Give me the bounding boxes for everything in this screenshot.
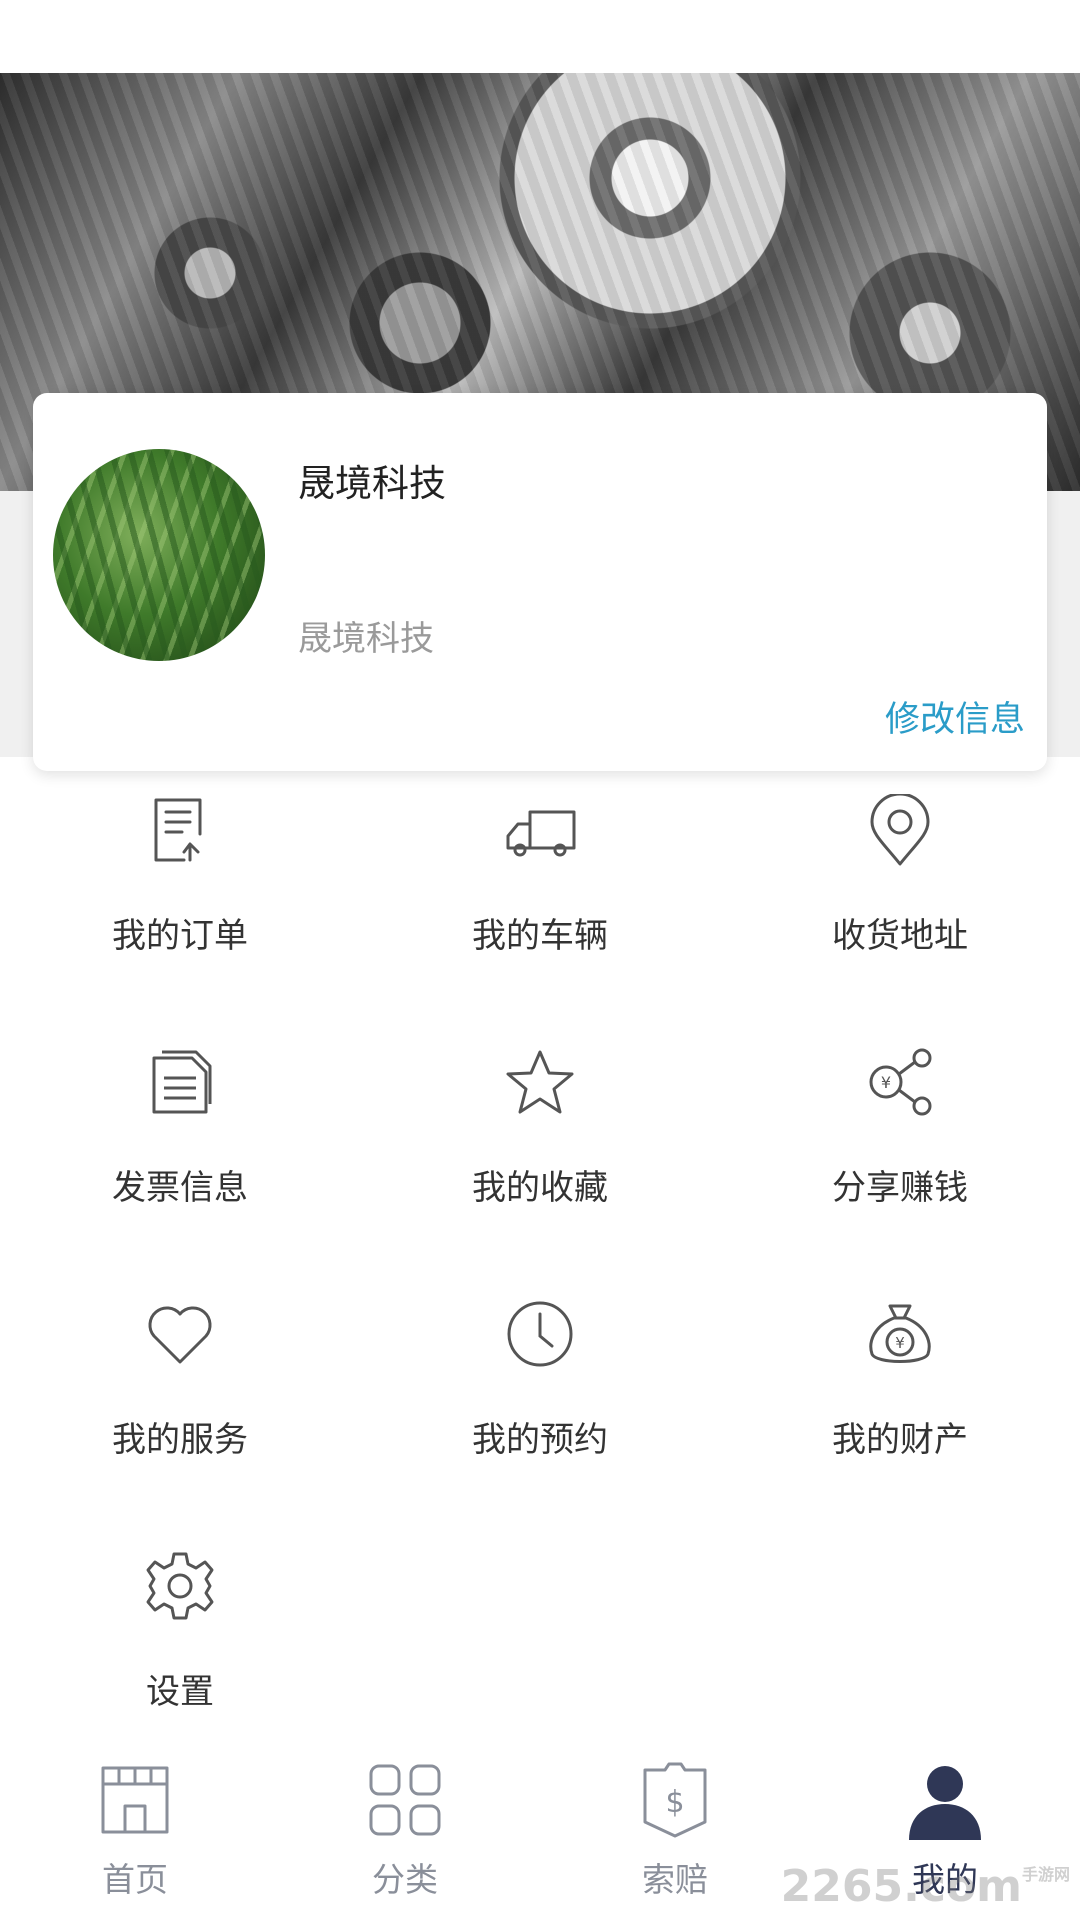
menu-item-service[interactable]: 我的服务 (0, 1294, 360, 1494)
claim-icon: $ (635, 1760, 715, 1840)
menu-item-label: 我的收藏 (472, 1168, 608, 1208)
profile-name: 晟境科技 (298, 462, 446, 505)
menu-item-label: 收货地址 (832, 916, 968, 956)
menu-item-share[interactable]: ¥ 分享赚钱 (720, 1042, 1080, 1242)
heart-icon (144, 1298, 216, 1370)
truck-icon (504, 794, 576, 866)
menu-item-label: 我的预约 (472, 1420, 608, 1460)
watermark: 2265.com手游网 (781, 1861, 1070, 1912)
gear-icon (144, 1550, 216, 1622)
menu-item-invoice[interactable]: 发票信息 (0, 1042, 360, 1242)
watermark-suffix: .com (903, 1861, 1022, 1912)
avatar[interactable] (53, 449, 265, 661)
grid-icon (365, 1760, 445, 1840)
menu-item-settings[interactable]: 设置 (0, 1546, 360, 1746)
menu-item-label: 设置 (146, 1672, 214, 1712)
menu-item-label: 我的车辆 (472, 916, 608, 956)
invoice-icon (144, 1046, 216, 1118)
watermark-text: 2265 (780, 1861, 904, 1912)
menu-item-vehicles[interactable]: 我的车辆 (360, 790, 720, 990)
menu-item-label: 分享赚钱 (832, 1168, 968, 1208)
tab-home[interactable]: 首页 (0, 1740, 270, 1920)
menu-item-label: 我的财产 (832, 1420, 968, 1460)
menu-item-label: 我的服务 (112, 1420, 248, 1460)
status-bar (0, 0, 1080, 73)
profile-subtitle: 晟境科技 (298, 619, 434, 659)
svg-text:$: $ (665, 1785, 684, 1820)
user-icon (905, 1760, 985, 1840)
tab-label: 首页 (102, 1860, 168, 1899)
watermark-caption: 手游网 (1021, 1865, 1070, 1884)
svg-text:¥: ¥ (881, 1073, 891, 1092)
profile-card: 晟境科技 晟境科技 修改信息 (33, 393, 1047, 771)
share-yen-icon: ¥ (864, 1046, 936, 1118)
order-icon (144, 794, 216, 866)
menu-item-label: 发票信息 (112, 1168, 248, 1208)
location-pin-icon (864, 792, 936, 866)
tab-claims[interactable]: $ 索赔 (540, 1740, 810, 1920)
clock-icon (504, 1298, 576, 1370)
menu-item-address[interactable]: 收货地址 (720, 790, 1080, 990)
star-icon (504, 1046, 576, 1118)
tab-label: 分类 (372, 1860, 438, 1899)
menu-item-label: 我的订单 (112, 916, 248, 956)
tab-category[interactable]: 分类 (270, 1740, 540, 1920)
money-bag-icon: ¥ (864, 1298, 936, 1370)
menu-item-orders[interactable]: 我的订单 (0, 790, 360, 990)
svg-text:¥: ¥ (895, 1334, 905, 1352)
tab-label: 索赔 (642, 1860, 708, 1899)
menu-item-assets[interactable]: ¥ 我的财产 (720, 1294, 1080, 1494)
menu-item-appointment[interactable]: 我的预约 (360, 1294, 720, 1494)
menu-item-favorites[interactable]: 我的收藏 (360, 1042, 720, 1242)
edit-info-link[interactable]: 修改信息 (885, 691, 1025, 742)
store-icon (95, 1760, 175, 1840)
